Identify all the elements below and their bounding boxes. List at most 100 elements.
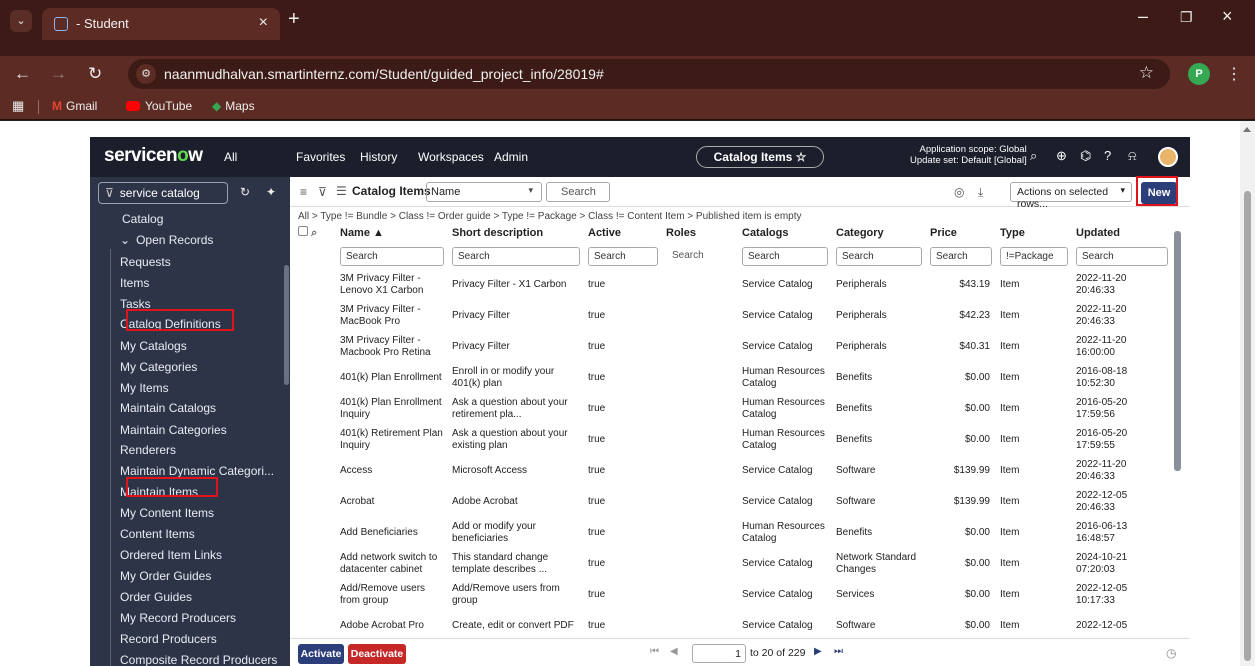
table-row[interactable]: 401(k) Plan Enrollment Enroll in or modif…: [294, 362, 1172, 393]
table-row[interactable]: Access Microsoft Access true Service Catalo…: [294, 455, 1172, 486]
cell-name[interactable]: 401(k) Retirement Plan Inquiry: [336, 424, 448, 455]
cell-name[interactable]: 401(k) Plan Enrollment Inquiry: [336, 393, 448, 424]
cell-category[interactable]: Benefits: [832, 517, 926, 548]
bookmark-maps[interactable]: ◆ Maps: [212, 99, 255, 113]
select-all-checkbox[interactable]: ⌕: [294, 223, 336, 243]
apps-grid-icon[interactable]: ▦: [12, 98, 24, 114]
first-page-icon[interactable]: ⏮: [650, 646, 659, 657]
refresh-icon[interactable]: ↻: [240, 185, 250, 199]
sidebar-item-maintain-dynamic-categories[interactable]: Maintain Dynamic Categori...: [120, 464, 274, 478]
user-avatar[interactable]: [1158, 147, 1178, 167]
nav-history[interactable]: History: [360, 150, 397, 164]
cell-category[interactable]: Peripherals: [832, 269, 926, 300]
tab-search-icon[interactable]: ⌄: [10, 10, 32, 32]
deactivate-button[interactable]: Deactivate: [348, 644, 406, 664]
sidebar-item-my-categories[interactable]: My Categories: [120, 360, 197, 374]
list-search-input[interactable]: Search: [546, 182, 610, 202]
sidebar-item-catalog[interactable]: Catalog: [122, 212, 163, 226]
window-close-icon[interactable]: ×: [1222, 6, 1233, 27]
search-input-name[interactable]: Search: [340, 246, 444, 266]
row-checkbox[interactable]: [294, 331, 336, 362]
cell-category[interactable]: Peripherals: [832, 331, 926, 362]
cell-name[interactable]: 3M Privacy Filter - MacBook Pro: [336, 300, 448, 331]
sidebar-item-maintain-catalogs[interactable]: Maintain Catalogs: [120, 401, 216, 415]
row-checkbox[interactable]: [294, 610, 336, 641]
url-text[interactable]: naanmudhalvan.smartinternz.com/Student/g…: [164, 66, 604, 82]
row-checkbox[interactable]: [294, 455, 336, 486]
search-icon[interactable]: ⌕: [311, 227, 317, 239]
application-scope[interactable]: Application scope: Global Update set: De…: [910, 144, 1027, 166]
cell-name[interactable]: 3M Privacy Filter - Lenovo X1 Carbon: [336, 269, 448, 300]
sidebar-item-my-record-producers[interactable]: My Record Producers: [120, 611, 236, 625]
sidebar-item-renderers[interactable]: Renderers: [120, 443, 176, 457]
search-input-active[interactable]: Search: [588, 246, 658, 266]
activate-button[interactable]: Activate: [298, 644, 344, 664]
row-checkbox[interactable]: [294, 300, 336, 331]
browser-tab[interactable]: - Student ×: [42, 8, 280, 40]
table-row[interactable]: Add Beneficiaries Add or modify your bene…: [294, 517, 1172, 548]
sidebar-item-composite-record-producers[interactable]: Composite Record Producers: [120, 653, 277, 666]
all-menu[interactable]: All: [224, 150, 237, 164]
cell-name[interactable]: Acrobat: [336, 486, 448, 517]
column-header-name[interactable]: Name ▲: [336, 223, 448, 243]
table-row[interactable]: 3M Privacy Filter - Macbook Pro Retina Pr…: [294, 331, 1172, 362]
table-row[interactable]: 401(k) Retirement Plan Inquiry Ask a ques…: [294, 424, 1172, 455]
profile-avatar[interactable]: P: [1188, 63, 1210, 85]
sidebar-item-maintain-categories[interactable]: Maintain Categories: [120, 423, 227, 437]
table-row[interactable]: Add/Remove users from group Add/Remove us…: [294, 579, 1172, 610]
cell-category[interactable]: Benefits: [832, 393, 926, 424]
actions-select[interactable]: Actions on selected rows... ▾: [1010, 182, 1132, 210]
cell-category[interactable]: Benefits: [832, 424, 926, 455]
sidebar-item-my-items[interactable]: My Items: [120, 381, 169, 395]
cell-category[interactable]: Benefits: [832, 362, 926, 393]
navigator-filter-input[interactable]: ⊽ service catalog: [98, 182, 228, 204]
address-bar[interactable]: ⚙ naanmudhalvan.smartinternz.com/Student…: [128, 59, 1170, 89]
search-field-select[interactable]: Name ▾: [426, 182, 542, 202]
column-header-roles[interactable]: Roles: [662, 223, 738, 243]
forward-icon[interactable]: →: [50, 64, 67, 84]
table-row[interactable]: 3M Privacy Filter - Lenovo X1 Carbon Priv…: [294, 269, 1172, 300]
cell-category[interactable]: Services: [832, 579, 926, 610]
search-input-category[interactable]: Search: [836, 246, 922, 266]
column-header-short-description[interactable]: Short description: [448, 223, 584, 243]
last-page-icon[interactable]: ⏭: [834, 646, 843, 657]
page-number-input[interactable]: 1: [692, 644, 746, 663]
column-header-catalogs[interactable]: Catalogs: [738, 223, 832, 243]
list-scrollbar[interactable]: [1174, 231, 1181, 471]
cell-category[interactable]: Software: [832, 455, 926, 486]
row-checkbox[interactable]: [294, 579, 336, 610]
list-menu-icon[interactable]: ≡: [300, 185, 307, 199]
table-row[interactable]: 3M Privacy Filter - MacBook Pro Privacy F…: [294, 300, 1172, 331]
row-checkbox[interactable]: [294, 517, 336, 548]
chat-icon[interactable]: ⌬: [1080, 148, 1091, 164]
site-info-icon[interactable]: ⚙: [136, 64, 156, 84]
cell-name[interactable]: Access: [336, 455, 448, 486]
search-input-type[interactable]: !=Package: [1000, 246, 1068, 266]
sidebar-item-my-content-items[interactable]: My Content Items: [120, 506, 214, 520]
column-header-type[interactable]: Type: [996, 223, 1072, 243]
help-icon[interactable]: ?: [1104, 148, 1111, 163]
search-input-catalogs[interactable]: Search: [742, 246, 828, 266]
table-row[interactable]: Acrobat Adobe Acrobat true Service Catalog S…: [294, 486, 1172, 517]
bookmark-gmail[interactable]: M Gmail: [52, 99, 97, 113]
cell-name[interactable]: Add Beneficiaries: [336, 517, 448, 548]
column-header-price[interactable]: Price: [926, 223, 996, 243]
search-input-price[interactable]: Search: [930, 246, 992, 266]
cell-category[interactable]: Network Standard Changes: [832, 548, 926, 579]
new-tab-icon[interactable]: +: [288, 8, 300, 31]
sidebar-item-requests[interactable]: Requests: [120, 255, 171, 269]
cell-category[interactable]: Peripherals: [832, 300, 926, 331]
cell-category[interactable]: Software: [832, 486, 926, 517]
column-header-category[interactable]: Category: [832, 223, 926, 243]
row-checkbox[interactable]: [294, 424, 336, 455]
search-input-roles[interactable]: Search: [666, 250, 734, 262]
row-checkbox[interactable]: [294, 269, 336, 300]
sidebar-item-items[interactable]: Items: [120, 276, 149, 290]
page-scrollbar-thumb[interactable]: [1244, 191, 1251, 661]
row-checkbox[interactable]: [294, 393, 336, 424]
table-row[interactable]: Add network switch to datacenter cabinet…: [294, 548, 1172, 579]
servicenow-logo[interactable]: servicenow: [104, 145, 203, 167]
settings-icon[interactable]: ◎: [954, 185, 964, 199]
sidebar-item-record-producers[interactable]: Record Producers: [120, 632, 217, 646]
nav-favorites[interactable]: Favorites: [296, 150, 345, 164]
